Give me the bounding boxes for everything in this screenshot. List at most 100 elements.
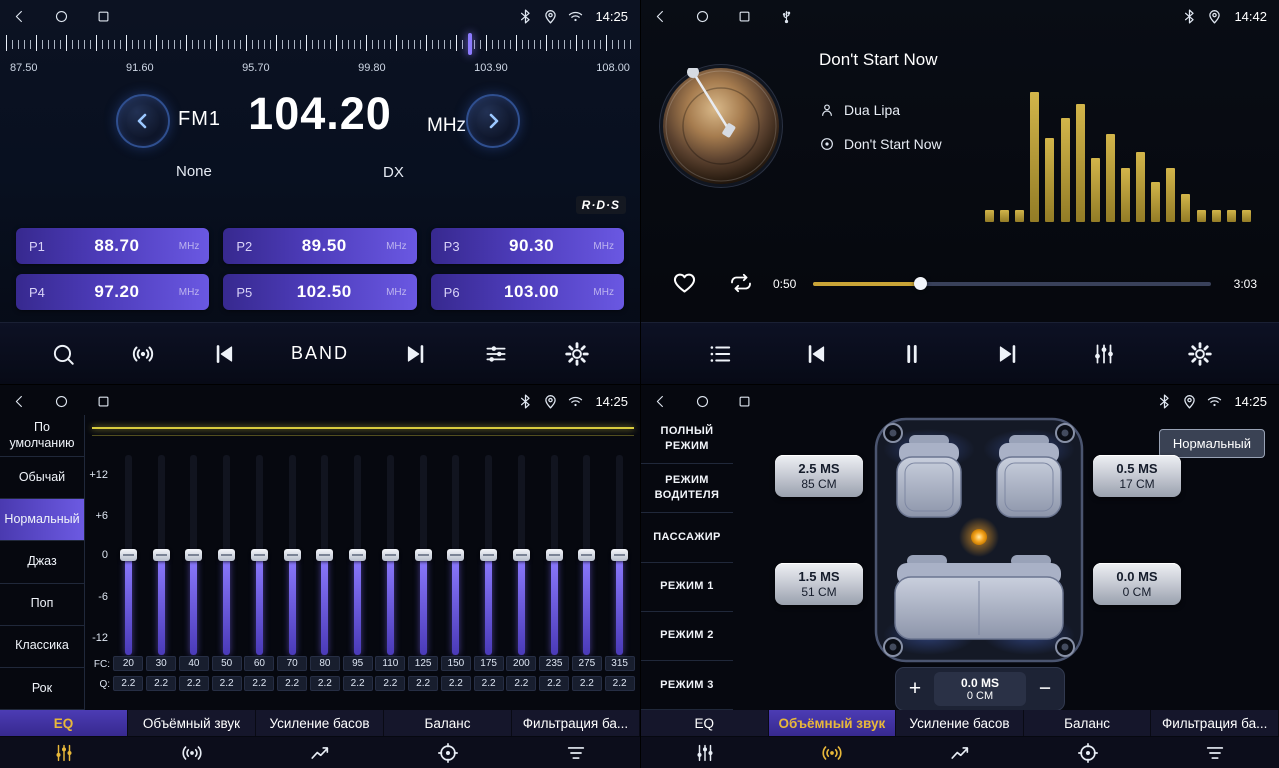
gear-button[interactable] bbox=[560, 337, 594, 371]
home-icon[interactable] bbox=[54, 9, 69, 24]
tab-surround[interactable]: Объёмный звук bbox=[769, 710, 897, 736]
tab-balance-icon-button[interactable] bbox=[1024, 737, 1152, 768]
tab-filter[interactable]: Фильтрация ба... bbox=[512, 710, 640, 736]
gear-button[interactable] bbox=[1183, 337, 1217, 371]
eq-band-slider[interactable] bbox=[472, 455, 505, 655]
preset-button-p5[interactable]: P5102.50MHz bbox=[223, 274, 416, 310]
eq-band-slider[interactable] bbox=[112, 455, 145, 655]
eq-band-slider[interactable] bbox=[145, 455, 178, 655]
preset-button-p3[interactable]: P390.30MHz bbox=[431, 228, 624, 264]
slider-handle[interactable] bbox=[185, 549, 202, 561]
slider-handle[interactable] bbox=[251, 549, 268, 561]
slider-handle[interactable] bbox=[611, 549, 628, 561]
tab-surround-icon-button[interactable] bbox=[128, 737, 256, 768]
preset-button-p6[interactable]: P6103.00MHz bbox=[431, 274, 624, 310]
band-q[interactable]: 2.2 bbox=[310, 676, 340, 691]
back-icon[interactable] bbox=[653, 9, 668, 24]
band-frequency[interactable]: 95 bbox=[343, 656, 373, 671]
slider-handle[interactable] bbox=[284, 549, 301, 561]
band-frequency[interactable]: 125 bbox=[408, 656, 438, 671]
back-icon[interactable] bbox=[12, 9, 27, 24]
tab-filter-icon-button[interactable] bbox=[1151, 737, 1279, 768]
tab-filter-icon-button[interactable] bbox=[512, 737, 640, 768]
eq-preset-item[interactable]: Поп bbox=[0, 584, 84, 626]
recents-icon[interactable] bbox=[737, 9, 752, 24]
search-button[interactable] bbox=[46, 337, 80, 371]
slider-handle[interactable] bbox=[480, 549, 497, 561]
eq-band-slider[interactable] bbox=[374, 455, 407, 655]
recents-icon[interactable] bbox=[737, 394, 752, 409]
eq-band-slider[interactable] bbox=[341, 455, 374, 655]
tab-eq-sliders[interactable]: EQ bbox=[0, 710, 128, 736]
band-q[interactable]: 2.2 bbox=[539, 676, 569, 691]
delay-front-left[interactable]: 2.5 MS 85 CM bbox=[775, 455, 863, 497]
skip-prev-button[interactable] bbox=[799, 337, 833, 371]
band-frequency[interactable]: 175 bbox=[474, 656, 504, 671]
delay-rear-right[interactable]: 0.0 MS 0 CM bbox=[1093, 563, 1181, 605]
tab-bass-boost-icon-button[interactable] bbox=[256, 737, 384, 768]
back-icon[interactable] bbox=[653, 394, 668, 409]
preset-button-p2[interactable]: P289.50MHz bbox=[223, 228, 416, 264]
tab-surround-icon-button[interactable] bbox=[769, 737, 897, 768]
slider-handle[interactable] bbox=[447, 549, 464, 561]
band-q[interactable]: 2.2 bbox=[474, 676, 504, 691]
skip-prev-button[interactable] bbox=[207, 337, 241, 371]
slider-handle[interactable] bbox=[578, 549, 595, 561]
eq-band-slider[interactable] bbox=[243, 455, 276, 655]
seek-slider[interactable] bbox=[813, 282, 1211, 286]
list-button[interactable] bbox=[703, 337, 737, 371]
eq-band-slider[interactable] bbox=[210, 455, 243, 655]
home-icon[interactable] bbox=[695, 9, 710, 24]
slider-handle[interactable] bbox=[153, 549, 170, 561]
band-frequency[interactable]: 50 bbox=[212, 656, 242, 671]
slider-handle[interactable] bbox=[513, 549, 530, 561]
skip-next-button[interactable] bbox=[991, 337, 1025, 371]
home-icon[interactable] bbox=[54, 394, 69, 409]
tab-balance[interactable]: Баланс bbox=[384, 710, 512, 736]
eq-preset-item[interactable]: По умолчанию bbox=[0, 415, 84, 457]
sf-mode-item[interactable]: РЕЖИМ 1 bbox=[641, 563, 733, 612]
sf-mode-item[interactable]: РЕЖИМ 2 bbox=[641, 612, 733, 661]
tab-bass-boost[interactable]: Усиление басов bbox=[896, 710, 1024, 736]
preset-button-p4[interactable]: P497.20MHz bbox=[16, 274, 209, 310]
tab-surround[interactable]: Объёмный звук bbox=[128, 710, 256, 736]
tab-bass-boost-icon-button[interactable] bbox=[896, 737, 1024, 768]
slider-handle[interactable] bbox=[415, 549, 432, 561]
band-frequency[interactable]: 235 bbox=[539, 656, 569, 671]
pause-button[interactable] bbox=[895, 337, 929, 371]
eq-band-slider[interactable] bbox=[505, 455, 538, 655]
favorite-icon[interactable] bbox=[671, 269, 698, 296]
eq-band-slider[interactable] bbox=[440, 455, 473, 655]
band-q[interactable]: 2.2 bbox=[605, 676, 635, 691]
band-frequency[interactable]: 20 bbox=[113, 656, 143, 671]
slider-handle[interactable] bbox=[382, 549, 399, 561]
eq-band-slider[interactable] bbox=[276, 455, 309, 655]
seek-knob[interactable] bbox=[914, 277, 927, 290]
eq-band-slider[interactable] bbox=[603, 455, 636, 655]
sound-preset-button[interactable]: Нормальный bbox=[1159, 429, 1265, 458]
band-q[interactable]: 2.2 bbox=[277, 676, 307, 691]
tune-down-button[interactable] bbox=[116, 94, 170, 148]
tab-filter[interactable]: Фильтрация ба... bbox=[1151, 710, 1279, 736]
tab-balance-icon-button[interactable] bbox=[384, 737, 512, 768]
band-q[interactable]: 2.2 bbox=[572, 676, 602, 691]
preset-button-p1[interactable]: P188.70MHz bbox=[16, 228, 209, 264]
slider-handle[interactable] bbox=[316, 549, 333, 561]
sf-mode-item[interactable]: РЕЖИМ ВОДИТЕЛЯ bbox=[641, 464, 733, 513]
band-q[interactable]: 2.2 bbox=[408, 676, 438, 691]
back-icon[interactable] bbox=[12, 394, 27, 409]
band-frequency[interactable]: 110 bbox=[375, 656, 405, 671]
band-frequency[interactable]: 150 bbox=[441, 656, 471, 671]
band-frequency[interactable]: 70 bbox=[277, 656, 307, 671]
skip-next-button[interactable] bbox=[399, 337, 433, 371]
band-button[interactable]: BAND bbox=[287, 339, 353, 368]
eq-preset-item[interactable]: Рок bbox=[0, 668, 84, 710]
band-q[interactable]: 2.2 bbox=[212, 676, 242, 691]
frequency-needle[interactable] bbox=[468, 33, 472, 55]
band-q[interactable]: 2.2 bbox=[179, 676, 209, 691]
delay-front-right[interactable]: 0.5 MS 17 CM bbox=[1093, 455, 1181, 497]
delay-rear-left[interactable]: 1.5 MS 51 CM bbox=[775, 563, 863, 605]
band-frequency[interactable]: 275 bbox=[572, 656, 602, 671]
band-frequency[interactable]: 40 bbox=[179, 656, 209, 671]
eq-band-slider[interactable] bbox=[571, 455, 604, 655]
